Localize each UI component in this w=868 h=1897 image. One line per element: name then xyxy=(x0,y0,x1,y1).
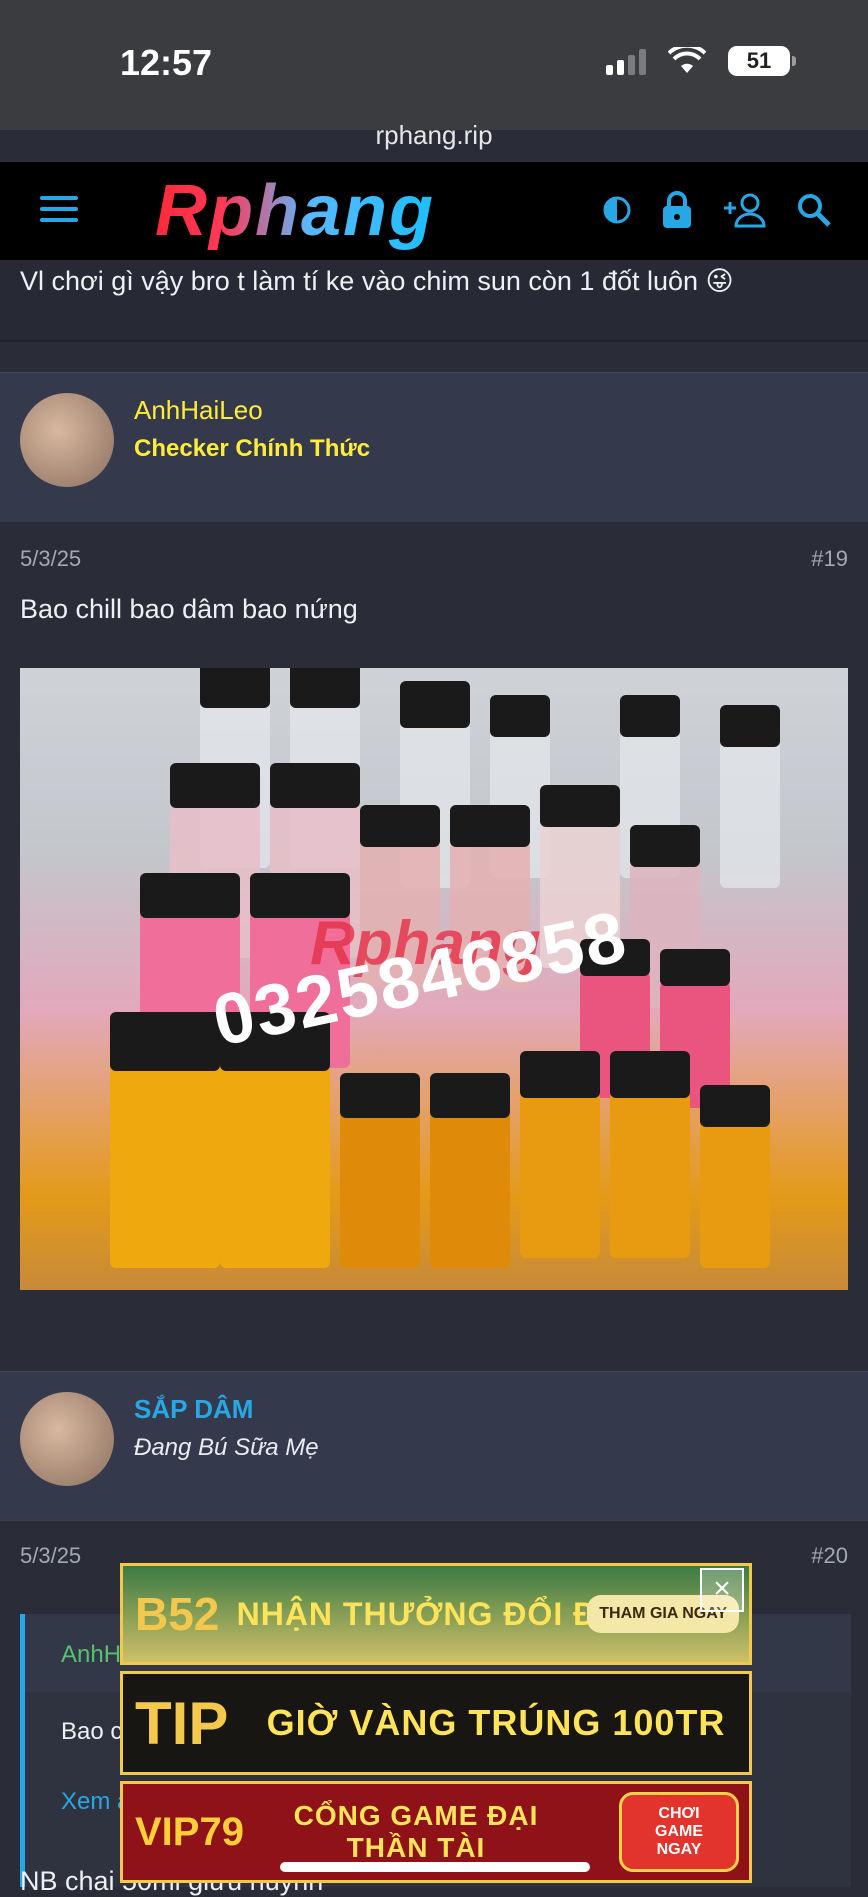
username[interactable]: AnhHaiLeo xyxy=(134,395,263,426)
post-date[interactable]: 5/3/25 xyxy=(20,1543,81,1569)
avatar[interactable] xyxy=(20,1392,114,1486)
cellular-signal-icon xyxy=(606,47,646,75)
ad-logo: TIP xyxy=(135,1689,229,1757)
user-title: Checker Chính Thức xyxy=(134,435,371,462)
nav-icons xyxy=(602,190,832,230)
ad-text: CỔNG GAME ĐẠI THẦN TÀI xyxy=(293,1800,539,1863)
ad-text: GIỜ VÀNG TRÚNG 100TR xyxy=(266,1702,726,1743)
wifi-icon xyxy=(668,47,706,73)
post-18-tail: Vl chơi gì vậy bro t làm tí ke vào chim … xyxy=(0,260,868,342)
ad-banner-b52[interactable]: B52 NHẬN THƯỞNG ĐỔI ĐỜI THAM GIA NGAY xyxy=(120,1563,752,1665)
post-number[interactable]: #19 xyxy=(811,546,848,572)
username[interactable]: SẮP DÂM xyxy=(134,1394,253,1425)
clock: 12:57 xyxy=(120,42,213,83)
home-indicator[interactable] xyxy=(280,1862,590,1872)
user-title: Đang Bú Sữa Mẹ xyxy=(134,1434,319,1461)
ad-text: NHẬN THƯỞNG ĐỔI ĐỜI xyxy=(236,1595,636,1632)
post-20-userbar: SẮP DÂM Đang Bú Sữa Mẹ xyxy=(0,1371,868,1523)
site-navbar: Rphang xyxy=(0,162,868,260)
quote-text: Bao c xyxy=(61,1718,123,1745)
menu-icon[interactable] xyxy=(40,196,78,229)
post-text: Vl chơi gì vậy bro t làm tí ke vào chim … xyxy=(20,266,734,296)
post-text: Bao chill bao dâm bao nứng xyxy=(20,594,358,624)
url-bar[interactable]: rphang.rip xyxy=(0,120,868,151)
battery-icon: 51 xyxy=(728,46,796,76)
ad-banner-tip[interactable]: TIP GIỜ VÀNG TRÚNG 100TR xyxy=(120,1671,752,1775)
ad-button[interactable]: CHƠI GAME NGAY xyxy=(619,1792,739,1872)
post-date[interactable]: 5/3/25 xyxy=(20,546,81,572)
post-19-userbar: AnhHaiLeo Checker Chính Thức xyxy=(0,372,868,524)
post-image[interactable]: Rphang 0325846858 xyxy=(20,668,848,1290)
post-number[interactable]: #20 xyxy=(811,1543,848,1569)
site-logo[interactable]: Rphang xyxy=(155,170,435,252)
ad-logo: VIP79 xyxy=(135,1809,244,1854)
status-bar: 12:57 51 rphang.rip xyxy=(0,0,868,150)
lock-icon[interactable] xyxy=(660,190,694,230)
search-icon[interactable] xyxy=(796,192,832,228)
avatar[interactable] xyxy=(20,393,114,487)
register-icon[interactable] xyxy=(722,192,768,228)
theme-toggle-icon[interactable] xyxy=(602,195,632,225)
status-icons: 51 xyxy=(606,46,796,76)
ad-logo: B52 xyxy=(135,1588,220,1640)
close-icon[interactable]: × xyxy=(700,1568,744,1612)
